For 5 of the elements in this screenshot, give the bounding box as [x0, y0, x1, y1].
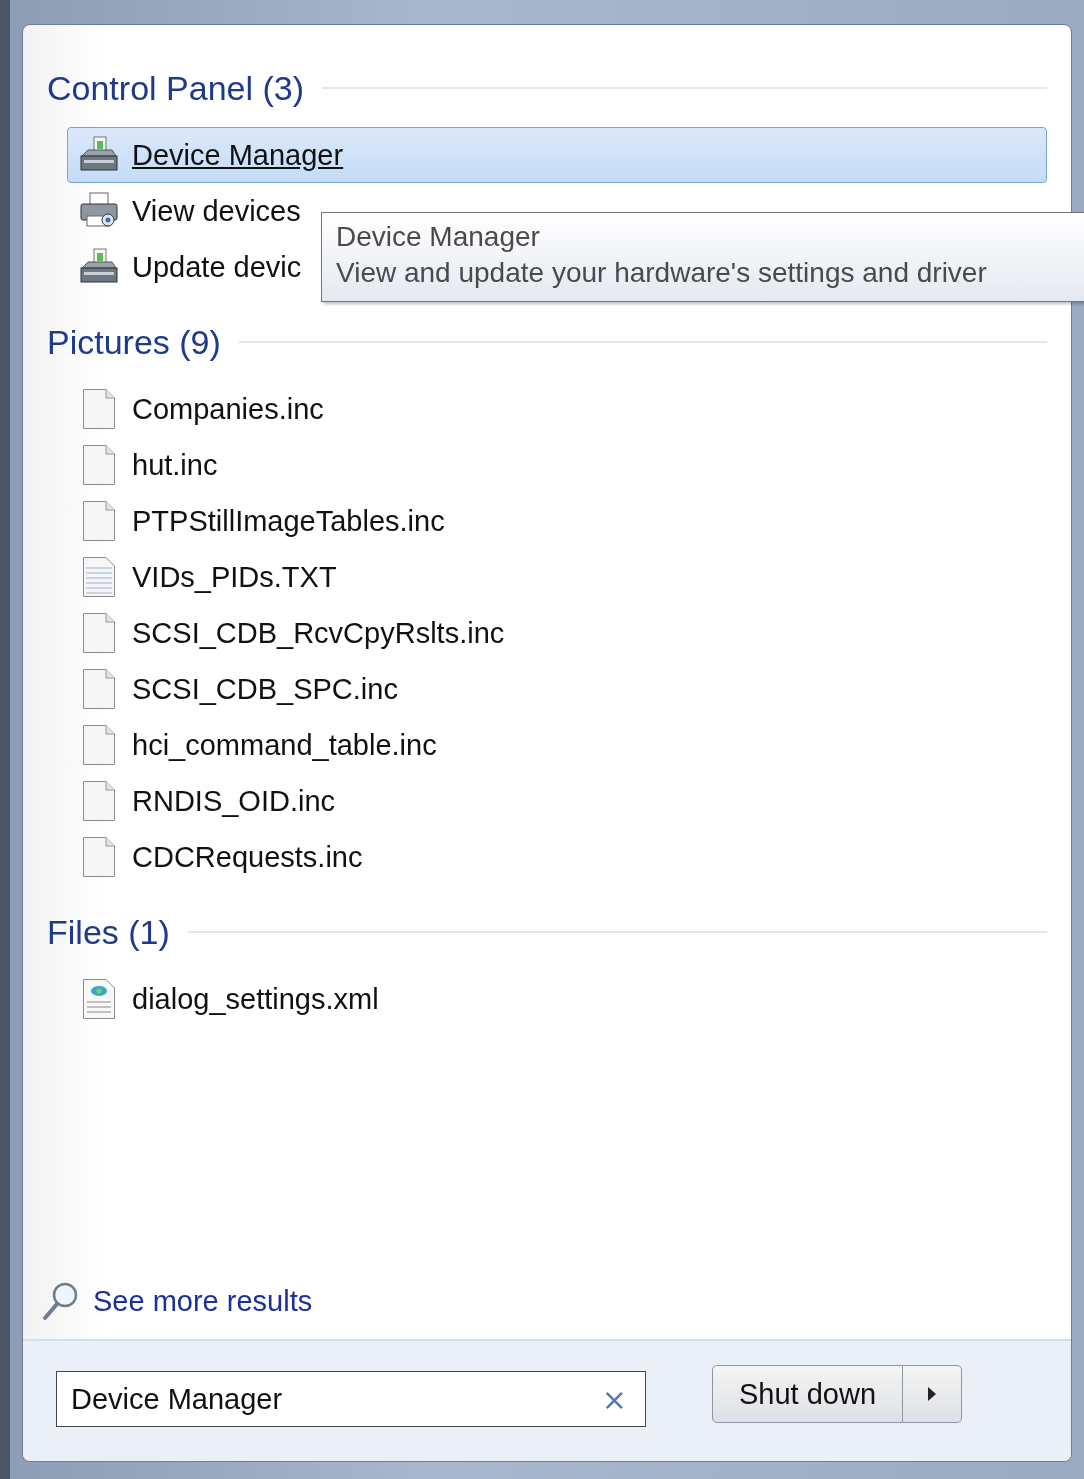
section-heading: Files (1)	[47, 912, 170, 952]
tooltip-title: Device Manager	[336, 221, 541, 253]
section-heading: Control Panel (3)	[47, 68, 304, 108]
section-heading: Pictures (9)	[47, 322, 221, 362]
tooltip-description: View and update your hardware's settings and driver	[336, 257, 988, 289]
